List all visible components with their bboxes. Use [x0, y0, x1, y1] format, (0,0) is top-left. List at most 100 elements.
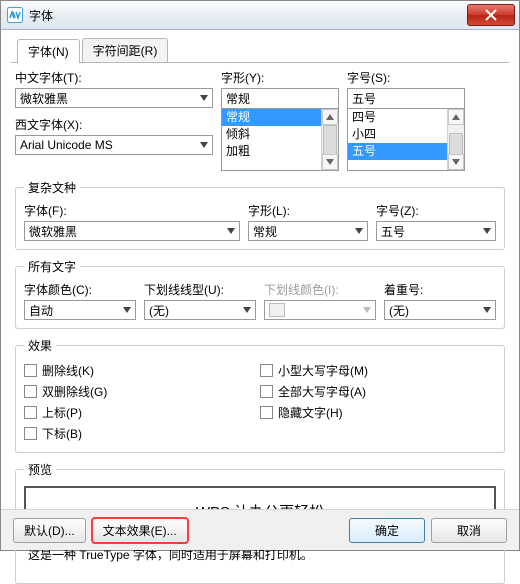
- underline-color-combo: [264, 300, 376, 320]
- scroll-down-icon[interactable]: [322, 154, 338, 170]
- chevron-down-icon: [222, 222, 239, 240]
- checkbox-icon: [24, 427, 37, 440]
- chevron-down-icon: [350, 222, 367, 240]
- effects-group: 效果 删除线(K) 双删除线(G) 上标(P) 下标(B) 小型大写字母(M) …: [15, 337, 505, 453]
- tab-strip: 字体(N) 字符间距(R): [11, 40, 509, 63]
- western-font-label: 西文字体(X):: [15, 116, 213, 133]
- chinese-font-value: 微软雅黑: [16, 90, 195, 107]
- smallcaps-checkbox[interactable]: 小型大写字母(M): [260, 362, 496, 379]
- size-label: 字号(S):: [347, 69, 465, 86]
- chinese-font-label: 中文字体(T):: [15, 69, 213, 86]
- close-button[interactable]: [467, 4, 515, 26]
- size-listbox[interactable]: 四号 小四 五号: [347, 108, 465, 171]
- strike-label: 删除线(K): [42, 362, 94, 379]
- complex-style-combo[interactable]: 常规: [248, 221, 368, 241]
- style-value: 常规: [222, 90, 338, 107]
- font-color-combo[interactable]: 自动: [24, 300, 136, 320]
- chevron-down-icon: [478, 222, 495, 240]
- checkbox-icon: [260, 406, 273, 419]
- chevron-down-icon: [195, 136, 212, 154]
- list-item[interactable]: 倾斜: [222, 126, 322, 143]
- list-item[interactable]: 小四: [348, 126, 448, 143]
- scrollbar[interactable]: [447, 109, 464, 170]
- scroll-down-icon[interactable]: [448, 154, 464, 170]
- text-effect-button[interactable]: 文本效果(E)...: [92, 518, 188, 543]
- complex-scripts-group: 复杂文种 字体(F): 微软雅黑 字形(L): 常规: [15, 179, 505, 250]
- all-text-group: 所有文字 字体颜色(C): 自动 下划线线型(U): (无): [15, 258, 505, 329]
- western-font-value: Arial Unicode MS: [16, 138, 195, 152]
- list-item[interactable]: 五号: [348, 143, 448, 160]
- checkbox-icon: [24, 406, 37, 419]
- tab-spacing[interactable]: 字符间距(R): [82, 38, 169, 62]
- chevron-down-icon: [118, 301, 135, 319]
- list-item[interactable]: 加粗: [222, 143, 322, 160]
- subscript-label: 下标(B): [42, 425, 82, 442]
- tab-font[interactable]: 字体(N): [17, 39, 80, 63]
- allcaps-checkbox[interactable]: 全部大写字母(A): [260, 383, 496, 400]
- emphasis-label: 着重号:: [384, 281, 496, 298]
- complex-size-combo[interactable]: 五号: [376, 221, 496, 241]
- western-font-combo[interactable]: Arial Unicode MS: [15, 135, 213, 155]
- underline-style-combo[interactable]: (无): [144, 300, 256, 320]
- font-color-value: 自动: [25, 302, 118, 319]
- chinese-font-combo[interactable]: 微软雅黑: [15, 88, 213, 108]
- double-strike-checkbox[interactable]: 双删除线(G): [24, 383, 260, 400]
- font-dialog: 字体 字体(N) 字符间距(R) 中文字体(T): 微软雅黑 西文字体(X): …: [0, 0, 520, 551]
- content-area: 中文字体(T): 微软雅黑 西文字体(X): Arial Unicode MS …: [1, 63, 519, 584]
- window-title: 字体: [29, 7, 467, 24]
- style-label: 字形(Y):: [221, 69, 339, 86]
- scrollbar[interactable]: [321, 109, 338, 170]
- ok-button[interactable]: 确定: [349, 518, 425, 543]
- color-swatch-icon: [269, 303, 285, 317]
- chevron-down-icon: [478, 301, 495, 319]
- scroll-thumb[interactable]: [323, 125, 337, 157]
- list-item[interactable]: 四号: [348, 109, 448, 126]
- complex-style-label: 字形(L):: [248, 202, 368, 219]
- complex-size-label: 字号(Z):: [376, 202, 496, 219]
- superscript-label: 上标(P): [42, 404, 82, 421]
- cancel-button[interactable]: 取消: [431, 518, 507, 543]
- title-bar: 字体: [1, 1, 519, 30]
- default-button[interactable]: 默认(D)...: [13, 518, 86, 543]
- style-listbox[interactable]: 常规 倾斜 加粗: [221, 108, 339, 171]
- complex-font-value: 微软雅黑: [25, 223, 222, 240]
- list-item[interactable]: 常规: [222, 109, 322, 126]
- app-icon: [7, 7, 23, 23]
- preview-legend: 预览: [24, 461, 56, 478]
- smallcaps-label: 小型大写字母(M): [278, 362, 368, 379]
- emphasis-combo[interactable]: (无): [384, 300, 496, 320]
- chevron-down-icon: [195, 89, 212, 107]
- superscript-checkbox[interactable]: 上标(P): [24, 404, 260, 421]
- checkbox-icon: [24, 364, 37, 377]
- font-color-label: 字体颜色(C):: [24, 281, 136, 298]
- complex-size-value: 五号: [377, 223, 478, 240]
- dialog-footer: 默认(D)... 文本效果(E)... 确定 取消: [1, 509, 519, 550]
- double-strike-label: 双删除线(G): [42, 383, 107, 400]
- style-input[interactable]: 常规: [221, 88, 339, 108]
- complex-legend: 复杂文种: [24, 179, 80, 196]
- checkbox-icon: [24, 385, 37, 398]
- checkbox-icon: [260, 385, 273, 398]
- effects-legend: 效果: [24, 337, 56, 354]
- strike-checkbox[interactable]: 删除线(K): [24, 362, 260, 379]
- hidden-checkbox[interactable]: 隐藏文字(H): [260, 404, 496, 421]
- scroll-up-icon[interactable]: [322, 109, 338, 125]
- complex-font-label: 字体(F):: [24, 202, 240, 219]
- chevron-down-icon: [238, 301, 255, 319]
- complex-font-combo[interactable]: 微软雅黑: [24, 221, 240, 241]
- underline-color-label: 下划线颜色(I):: [264, 281, 376, 298]
- complex-style-value: 常规: [249, 223, 350, 240]
- size-input[interactable]: 五号: [347, 88, 465, 108]
- subscript-checkbox[interactable]: 下标(B): [24, 425, 260, 442]
- hidden-label: 隐藏文字(H): [278, 404, 343, 421]
- emphasis-value: (无): [385, 302, 478, 319]
- underline-style-value: (无): [145, 302, 238, 319]
- size-value: 五号: [348, 90, 464, 107]
- alltext-legend: 所有文字: [24, 258, 80, 275]
- underline-style-label: 下划线线型(U):: [144, 281, 256, 298]
- close-icon: [484, 8, 498, 22]
- allcaps-label: 全部大写字母(A): [278, 383, 366, 400]
- scroll-up-icon[interactable]: [448, 109, 464, 125]
- chevron-down-icon: [358, 301, 375, 319]
- checkbox-icon: [260, 364, 273, 377]
